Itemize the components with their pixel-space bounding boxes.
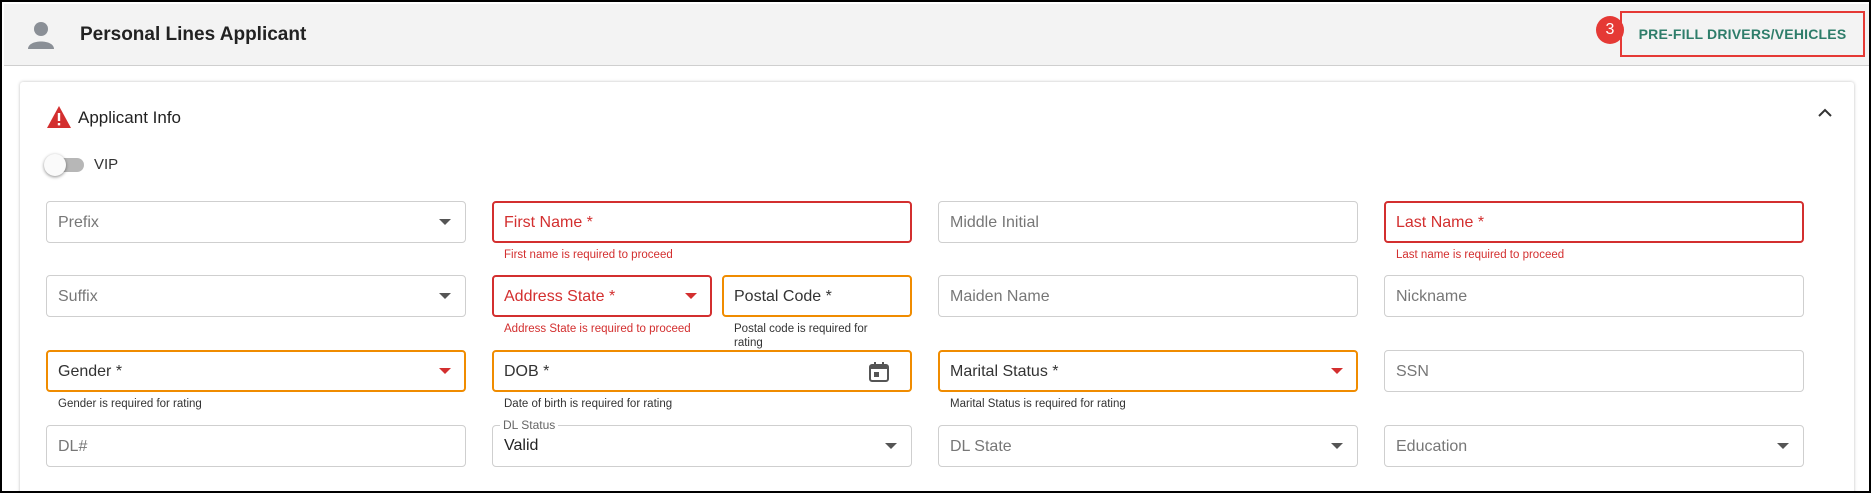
vip-toggle-thumb[interactable] [44, 154, 66, 176]
marital-status-placeholder: Marital Status * [950, 363, 1059, 380]
maiden-name-placeholder: Maiden Name [950, 288, 1050, 305]
dl-status-label: DL Status [500, 418, 559, 432]
dl-state-select[interactable]: DL State [938, 425, 1358, 467]
warning-icon [47, 106, 71, 128]
ssn-input[interactable]: SSN [1384, 350, 1804, 392]
last-name-error: Last name is required to proceed [1396, 249, 1565, 261]
postal-code-hint: Postal code is required for rating [734, 323, 868, 349]
dob-input[interactable]: DOB * [492, 350, 912, 392]
address-state-error: Address State is required to proceed [504, 323, 691, 335]
dob-placeholder: DOB * [504, 363, 550, 380]
middle-initial-input[interactable]: Middle Initial [938, 201, 1358, 243]
prefix-placeholder: Prefix [58, 214, 99, 231]
suffix-placeholder: Suffix [58, 288, 98, 305]
suffix-select[interactable]: Suffix [46, 275, 466, 317]
education-placeholder: Education [1396, 438, 1468, 455]
person-icon [28, 22, 54, 49]
dropdown-arrow-icon [1331, 368, 1343, 374]
dropdown-arrow-icon [685, 293, 697, 299]
first-name-error: First name is required to proceed [504, 249, 673, 261]
dl-status-value: Valid [504, 437, 539, 454]
app-frame: Personal Lines Applicant 3 PRE-FILL DRIV… [0, 0, 1871, 493]
section-title: Applicant Info [78, 108, 182, 127]
prefix-select[interactable]: Prefix [46, 201, 466, 243]
gender-select[interactable]: Gender * [46, 350, 466, 392]
vip-label: VIP [94, 156, 119, 173]
calendar-icon[interactable] [868, 361, 890, 383]
page-title: Personal Lines Applicant [80, 24, 307, 45]
prefill-drivers-vehicles-button[interactable]: PRE-FILL DRIVERS/VEHICLES [1620, 11, 1865, 57]
nickname-placeholder: Nickname [1396, 288, 1468, 305]
ssn-placeholder: SSN [1396, 363, 1429, 380]
address-state-placeholder: Address State * [504, 288, 616, 305]
page-header: Personal Lines Applicant [4, 4, 1869, 66]
education-select[interactable]: Education [1384, 425, 1804, 467]
gender-placeholder: Gender * [58, 363, 123, 380]
dropdown-arrow-icon [1777, 443, 1789, 449]
dl-state-placeholder: DL State [950, 438, 1012, 455]
nickname-input[interactable]: Nickname [1384, 275, 1804, 317]
middle-initial-placeholder: Middle Initial [950, 214, 1039, 231]
first-name-input[interactable]: First Name * [492, 201, 912, 243]
dl-number-placeholder: DL# [58, 438, 88, 455]
marital-status-hint: Marital Status is required for rating [950, 398, 1126, 410]
chevron-up-icon[interactable] [1814, 102, 1836, 124]
first-name-placeholder: First Name * [504, 214, 593, 231]
postal-code-placeholder: Postal Code * [734, 288, 832, 305]
dropdown-arrow-icon [1331, 443, 1343, 449]
dropdown-arrow-icon [439, 219, 451, 225]
last-name-input[interactable]: Last Name * [1384, 201, 1804, 243]
address-state-select[interactable]: Address State * [492, 275, 712, 317]
dob-hint: Date of birth is required for rating [504, 398, 673, 410]
dl-number-input[interactable]: DL# [46, 425, 466, 467]
gender-hint: Gender is required for rating [58, 398, 202, 410]
dropdown-arrow-icon [885, 443, 897, 449]
dropdown-arrow-icon [439, 293, 451, 299]
last-name-placeholder: Last Name * [1396, 214, 1485, 231]
postal-code-input[interactable]: Postal Code * [722, 275, 912, 317]
marital-status-select[interactable]: Marital Status * [938, 350, 1358, 392]
dropdown-arrow-icon [439, 368, 451, 374]
maiden-name-input[interactable]: Maiden Name [938, 275, 1358, 317]
